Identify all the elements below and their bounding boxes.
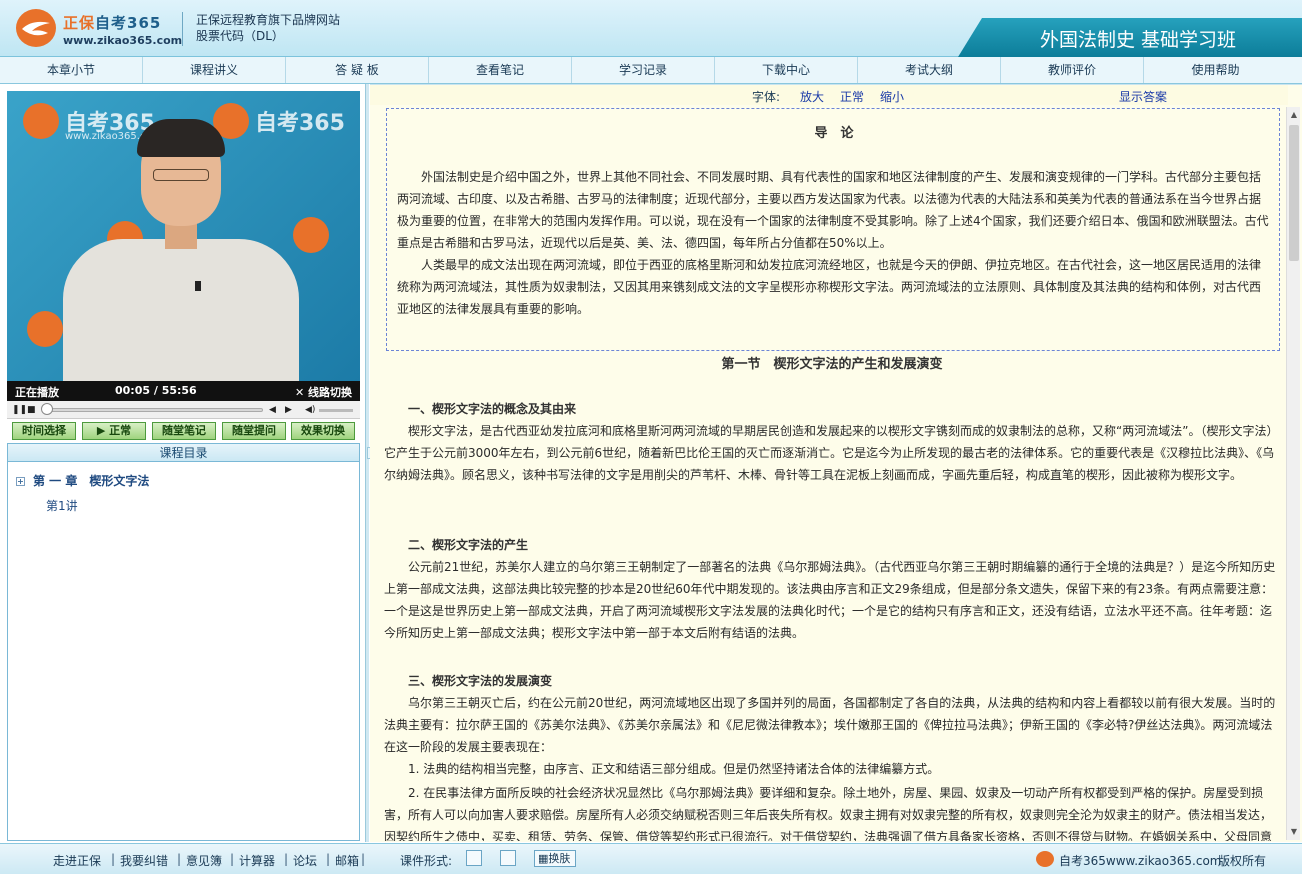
font-shrink-link[interactable]: 缩小 — [880, 88, 904, 105]
pause-icon[interactable]: ❚❚ — [12, 405, 27, 415]
play-status: 正在播放 — [15, 386, 59, 399]
heading-2: 二、楔形文字法的产生 — [408, 538, 529, 552]
nav-download-center[interactable]: 下载中心 — [715, 57, 858, 83]
next-icon[interactable]: ▶ — [285, 405, 292, 415]
nav-qa-board[interactable]: 答 疑 板 — [286, 57, 429, 83]
scroll-up-icon[interactable]: ▲ — [1287, 107, 1301, 123]
app-window: 正保自考365 www.zikao365.com 正保远程教育旗下品牌网站 股票… — [0, 0, 1302, 874]
watermark-logo-icon — [293, 217, 329, 253]
format-single-icon[interactable] — [466, 850, 482, 866]
footer-report-error-link[interactable]: 我要纠错 — [120, 852, 168, 869]
watermark-logo-icon — [27, 311, 63, 347]
paragraph-1: 楔形文字法，是古代西亚幼发拉底河和底格里斯河两河流域的早期居民创造和发展起来的以… — [384, 424, 1279, 482]
footer-separator: | — [230, 852, 235, 866]
brand-name: 正保自考365 — [63, 14, 162, 32]
nav-study-record[interactable]: 学习记录 — [572, 57, 715, 83]
course-catalog: 课程目录 + 第 一 章 楔形文字法 第1讲 — [7, 443, 360, 841]
scroll-down-icon[interactable]: ▼ — [1287, 824, 1301, 840]
class-notes-button[interactable]: 随堂笔记 — [152, 422, 216, 440]
footer-about-link[interactable]: 走进正保 — [53, 852, 101, 869]
section-title: 第一节 楔形文字法的产生和发展演变 — [721, 357, 943, 372]
footer-logo-icon — [1036, 851, 1054, 867]
header: 正保自考365 www.zikao365.com 正保远程教育旗下品牌网站 股票… — [0, 0, 1302, 57]
logo-icon — [16, 9, 56, 47]
catalog-lesson[interactable]: 第1讲 — [46, 497, 78, 514]
video-status-bar: 正在播放 00:05 / 55:56 ✕ 线路切换 — [7, 381, 360, 401]
show-answer-link[interactable]: 显示答案 — [1119, 88, 1167, 105]
microphone-icon — [195, 281, 201, 291]
presenter-glasses — [153, 169, 209, 181]
format-label: 课件形式: — [400, 854, 453, 868]
panel-splitter[interactable] — [365, 84, 369, 842]
intro-text: 外国法制史是介绍中国之外，世界上其他不同社会、不同发展时期、具有代表性的国家和地… — [397, 170, 1269, 316]
video-watermark: 自考365 — [255, 111, 345, 136]
format-split-icon[interactable] — [500, 850, 516, 866]
footer-separator: | — [326, 852, 331, 866]
list-item-2: 2. 在民事法律方面所反映的社会经济状况显然比《乌尔那姆法典》要详细和复杂。除土… — [384, 786, 1273, 841]
font-label: 字体: — [752, 90, 781, 104]
video-player[interactable]: 自考365 www.zikao365.com 自考365 — [7, 91, 360, 381]
watermark-logo-icon — [23, 103, 59, 139]
stop-icon[interactable]: ■ — [27, 405, 36, 415]
presenter-hair — [137, 119, 225, 157]
expand-icon[interactable]: + — [16, 477, 25, 486]
lecture-content: 字体: 放大 正常 缩小 显示答案 导 论 外国法制史是介绍中国之外，世界上其他… — [370, 84, 1302, 842]
intro-box: 导 论 外国法制史是介绍中国之外，世界上其他不同社会、不同发展时期、具有代表性的… — [386, 108, 1280, 351]
time-select-button[interactable]: 时间选择 — [12, 422, 76, 440]
catalog-title: 课程目录 — [8, 444, 359, 462]
footer-site: 自考365www.zikao365.com — [1059, 854, 1222, 868]
player-controls: ❚❚ ■ ◀ ▶ ◀) — [7, 401, 360, 419]
volume-icon[interactable]: ◀) — [305, 405, 315, 415]
footer-separator: | — [177, 852, 182, 866]
heading-3: 三、楔形文字法的发展演变 — [408, 674, 553, 688]
footer-calculator-link[interactable]: 计算器 — [239, 852, 275, 869]
effect-switch-button[interactable]: 效果切换 — [291, 422, 355, 440]
header-divider — [182, 12, 183, 46]
nav-chapter-summary[interactable]: 本章小节 — [0, 57, 143, 83]
footer-forum-link[interactable]: 论坛 — [293, 852, 317, 869]
lecture-document: 导 论 外国法制史是介绍中国之外，世界上其他不同社会、不同发展时期、具有代表性的… — [384, 105, 1280, 841]
main-nav: 本章小节 课程讲义 答 疑 板 查看笔记 学习记录 下载中心 考试大纲 教师评价… — [0, 57, 1302, 84]
font-enlarge-link[interactable]: 放大 — [800, 88, 824, 105]
footer-separator: | — [361, 852, 366, 866]
nav-lecture-notes[interactable]: 课程讲义 — [143, 57, 286, 83]
copyright: 版权所有 — [1218, 854, 1267, 868]
nav-exam-syllabus[interactable]: 考试大纲 — [858, 57, 1001, 83]
presenter-body — [63, 239, 299, 381]
player-button-row: 时间选择 ▶ 正常 随堂笔记 随堂提问 效果切换 — [7, 421, 360, 443]
footer-separator: | — [111, 852, 116, 866]
footer: 走进正保 | 我要纠错 | 意见簿 | 计算器 | 论坛 | 邮箱 | 课件形式… — [0, 843, 1302, 874]
seek-bar[interactable] — [45, 408, 263, 412]
speed-normal-button[interactable]: ▶ 正常 — [82, 422, 146, 440]
scroll-thumb[interactable] — [1289, 125, 1299, 261]
tagline: 正保远程教育旗下品牌网站 股票代码（DL） — [196, 13, 341, 43]
brand-url: www.zikao365.com — [63, 34, 183, 47]
prev-icon[interactable]: ◀ — [269, 405, 276, 415]
footer-feedback-link[interactable]: 意见簿 — [186, 852, 222, 869]
catalog-chapter[interactable]: + 第 一 章 楔形文字法 — [16, 472, 149, 489]
seek-handle[interactable] — [41, 403, 53, 415]
nav-help[interactable]: 使用帮助 — [1144, 57, 1287, 83]
line-switch[interactable]: ✕ 线路切换 — [295, 384, 352, 400]
class-question-button[interactable]: 随堂提问 — [222, 422, 286, 440]
course-title: 外国法制史 基础学习班 — [1040, 29, 1237, 51]
footer-mail-link[interactable]: 邮箱 — [335, 852, 359, 869]
content-toolbar: 字体: 放大 正常 缩小 显示答案 — [370, 85, 1288, 105]
list-item-1: 1. 法典的结构相当完整，由序言、正文和结语三部分组成。但是仍然坚持诸法合体的法… — [408, 762, 940, 776]
footer-separator: | — [284, 852, 289, 866]
left-panel: 自考365 www.zikao365.com 自考365 正在播放 00:05 … — [7, 91, 360, 841]
volume-slider[interactable] — [319, 409, 353, 412]
nav-view-notes[interactable]: 查看笔记 — [429, 57, 572, 83]
skin-button[interactable]: ▦换肤 — [534, 850, 576, 867]
paragraph-3: 乌尔第三王朝灭亡后，约在公元前20世纪，两河流域地区出现了多国并列的局面，各国都… — [384, 696, 1276, 754]
nav-teacher-review[interactable]: 教师评价 — [1001, 57, 1144, 83]
play-time: 00:05 / 55:56 — [115, 384, 197, 397]
paragraph-2: 公元前21世纪，苏美尔人建立的乌尔第三王朝制定了一部著名的法典《乌尔那姆法典》。… — [384, 560, 1276, 640]
intro-title: 导 论 — [814, 126, 854, 141]
content-scrollbar[interactable]: ▲ ▼ — [1286, 107, 1300, 840]
heading-1: 一、楔形文字法的概念及其由来 — [408, 402, 577, 416]
font-normal-link[interactable]: 正常 — [840, 88, 864, 105]
